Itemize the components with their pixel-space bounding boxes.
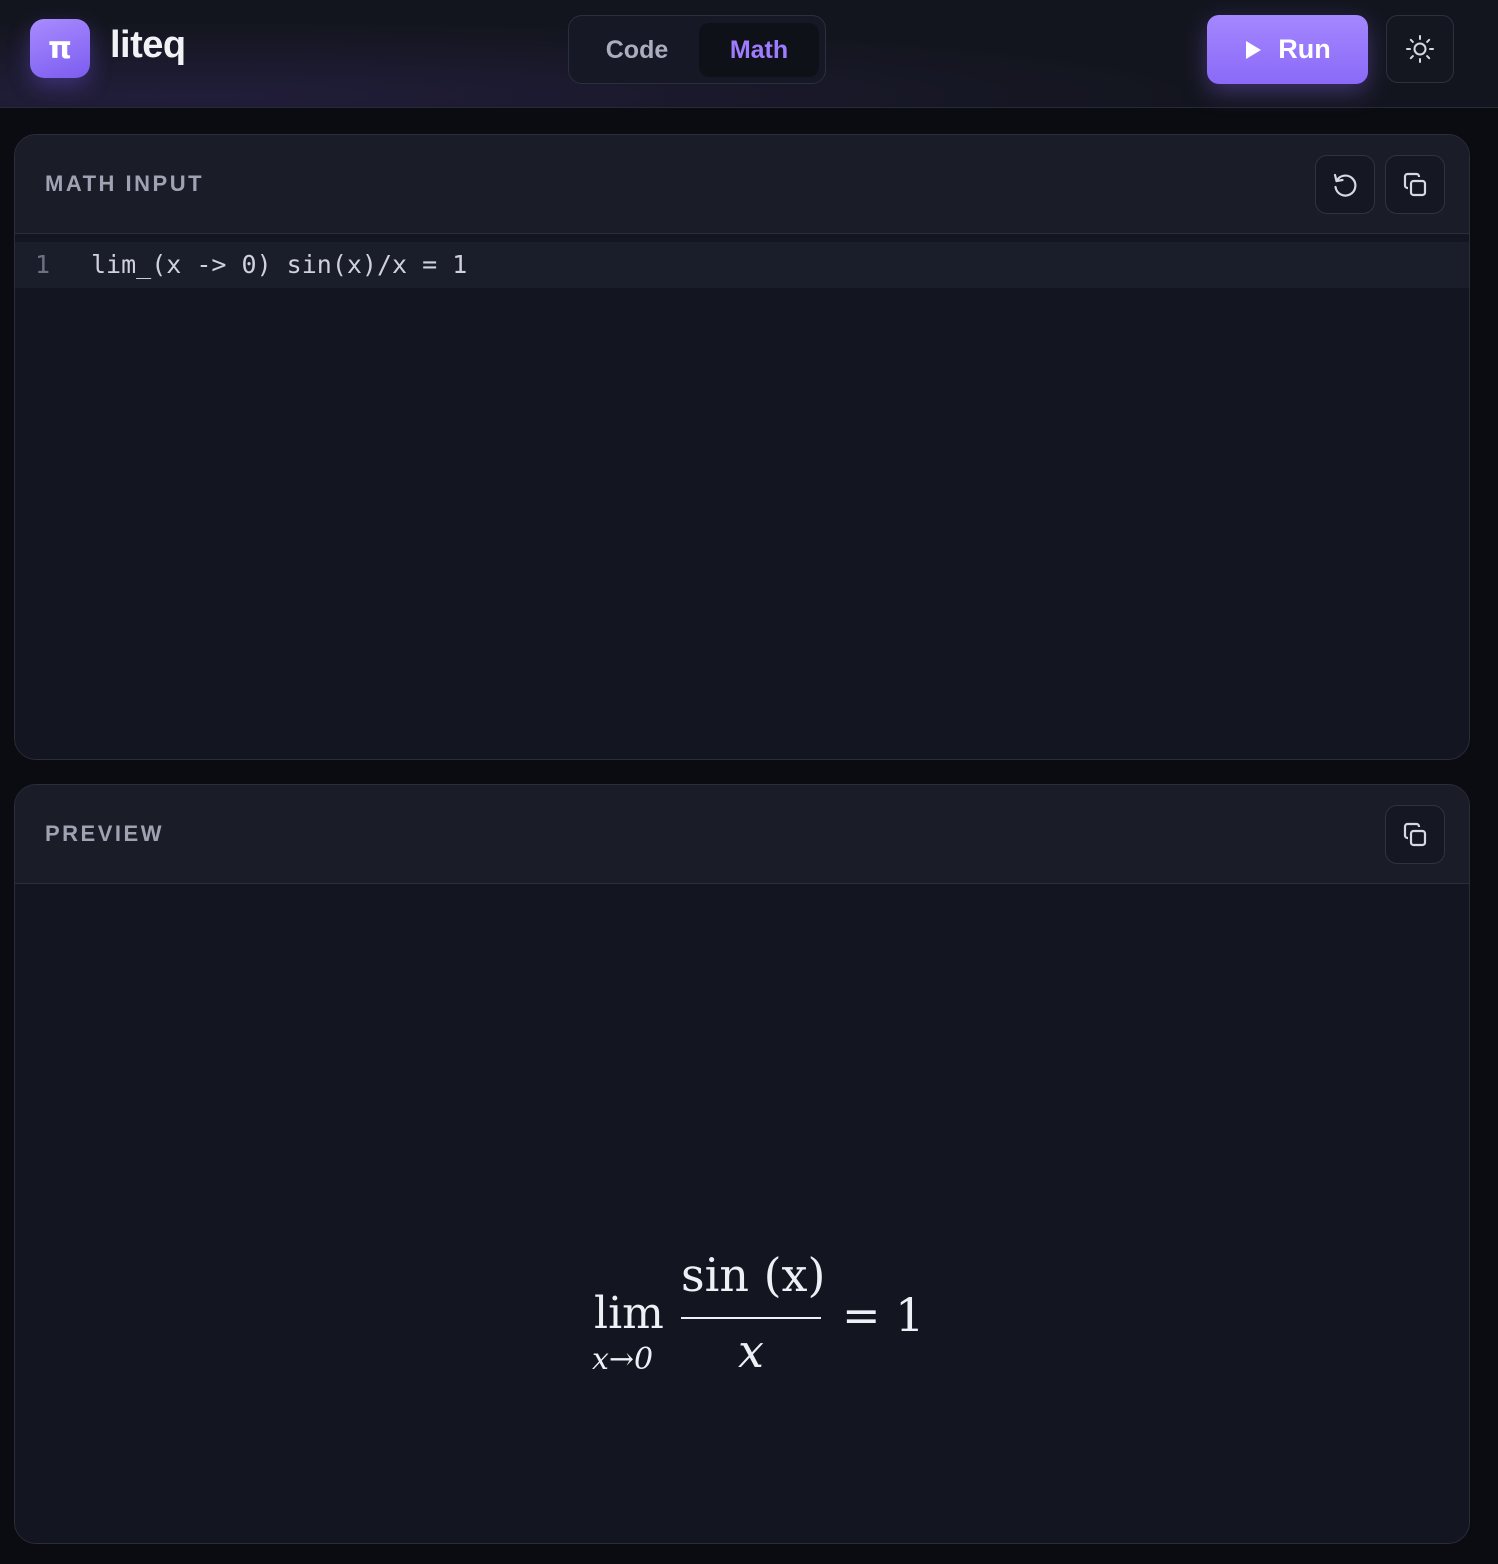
formula-rhs: = 1 [842, 1288, 925, 1342]
app-name: liteq [110, 24, 186, 66]
copy-icon [1403, 172, 1427, 196]
preview-body: lim x→0 sin (x) x = 1 [15, 884, 1469, 1543]
app-logo: π [30, 19, 90, 78]
formula-fraction-bar [681, 1317, 821, 1319]
formula-lim: lim [594, 1288, 664, 1339]
formula-denominator: x [738, 1324, 764, 1378]
preview-title: PREVIEW [45, 821, 164, 846]
mode-switch: Code Math [568, 15, 826, 84]
formula-numerator: sin (x) [681, 1248, 826, 1302]
app-header: π liteq Code Math Run [0, 0, 1498, 108]
logo-glyph: π [48, 31, 72, 66]
line-number: 1 [35, 250, 51, 279]
copy-icon [1403, 822, 1427, 846]
editor-line[interactable]: 1 lim_(x -> 0) sin(x)/x = 1 [15, 242, 1469, 288]
tab-code[interactable]: Code [577, 23, 697, 77]
formula-limit-subscript: x→0 [592, 1342, 653, 1377]
reset-icon [1333, 173, 1357, 197]
run-button-label: Run [1278, 34, 1331, 64]
copy-input-button[interactable] [1385, 155, 1445, 214]
reset-button[interactable] [1315, 155, 1375, 214]
theme-toggle-button[interactable] [1386, 15, 1454, 83]
math-input-panel: MATH INPUT 1 lim_(x -> 0) sin(x)/x = 1 [14, 134, 1470, 760]
copy-preview-button[interactable] [1385, 805, 1445, 864]
sun-icon [1406, 35, 1434, 63]
formula-limit-sub-text: x→0 [592, 1342, 654, 1377]
math-editor[interactable]: 1 lim_(x -> 0) sin(x)/x = 1 [15, 234, 1469, 759]
run-button[interactable]: Run [1207, 15, 1368, 84]
math-input-title: MATH INPUT [45, 171, 205, 196]
math-input-header: MATH INPUT [15, 135, 1469, 234]
preview-panel: PREVIEW lim x→0 sin (x) x = 1 [14, 784, 1470, 1544]
rendered-formula: lim x→0 sin (x) x = 1 [578, 1244, 938, 1378]
preview-header: PREVIEW [15, 785, 1469, 884]
editor-line-text[interactable]: lim_(x -> 0) sin(x)/x = 1 [91, 250, 467, 279]
play-icon [1246, 40, 1262, 59]
tab-math[interactable]: Math [699, 23, 819, 77]
